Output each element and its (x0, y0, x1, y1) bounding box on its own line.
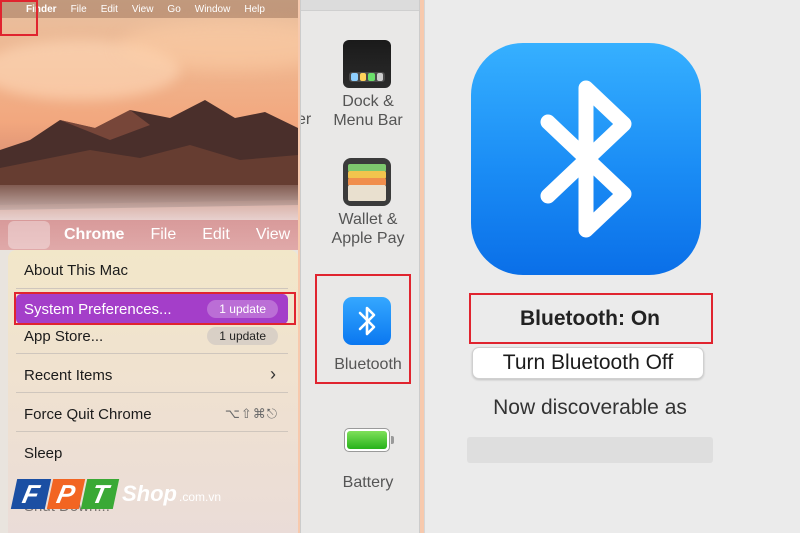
menu-divider (16, 288, 288, 289)
menu-item-recent-items[interactable]: Recent Items › (16, 360, 288, 390)
device-name-field (467, 437, 713, 463)
bluetooth-status-highlight-box (469, 293, 713, 344)
menu-divider (16, 353, 288, 354)
menubar-go[interactable]: Go (167, 4, 180, 15)
pref-label-line1: Wallet & (338, 211, 398, 228)
fpt-letter-p: P (46, 479, 86, 509)
pref-label-line1: Dock & (342, 93, 394, 110)
bluetooth-large-icon (471, 43, 701, 275)
update-badge: 1 update (207, 327, 278, 345)
chrome-menubar: Chrome File Edit View (0, 220, 298, 250)
menu-item-label: Recent Items (24, 366, 113, 384)
menu-item-label: Sleep (24, 444, 63, 462)
pref-label-line2: Apple Pay (331, 230, 405, 247)
discoverable-text: Now discoverable as (493, 396, 687, 419)
menu-item-label: Force Quit Chrome (24, 405, 152, 423)
desktop-wallpaper (0, 0, 298, 225)
top-menubar: Finder File Edit View Go Window Help (0, 0, 298, 18)
menu-item-force-quit[interactable]: Force Quit Chrome ⌥⇧⌘⎋ (16, 399, 288, 429)
battery-icon (344, 428, 394, 452)
menu-item-app-store[interactable]: App Store... 1 update (16, 321, 288, 351)
menu-item-label: About This Mac (24, 261, 128, 279)
system-preferences-highlight-box (14, 292, 296, 325)
keyboard-shortcut: ⌥⇧⌘⎋ (224, 406, 278, 421)
apple-logo-highlight-box (0, 0, 38, 36)
menubar-help[interactable]: Help (244, 4, 265, 15)
menubar-window[interactable]: Window (195, 4, 231, 15)
menu-item-label: App Store... (24, 327, 104, 345)
menubar-view[interactable]: View (256, 226, 290, 244)
pref-label-line2: Menu Bar (333, 112, 403, 129)
menu-divider (16, 392, 288, 393)
menu-divider (16, 431, 288, 432)
fpt-letter-f: F (10, 479, 52, 509)
menubar-edit[interactable]: Edit (101, 4, 118, 15)
dock-menubar-icon (343, 40, 391, 88)
menubar-app-name[interactable]: Chrome (64, 226, 124, 244)
fpt-letter-t: T (80, 479, 120, 509)
window-edge (301, 0, 419, 11)
chevron-right-icon: › (270, 364, 276, 384)
fpt-shop-watermark: F P T Shop .com.vn (10, 474, 222, 514)
pref-label: Dock & Menu Bar (301, 92, 419, 130)
menubar-view[interactable]: View (132, 4, 154, 15)
menu-item-sleep[interactable]: Sleep (16, 438, 288, 468)
pref-label: Battery (342, 474, 394, 491)
system-preferences-panel: er Dock & Menu Bar Wallet & Apple Pay Bl… (300, 0, 420, 533)
pref-label: Wallet & Apple Pay (301, 210, 419, 248)
watermark-domain-text: .com.vn (179, 490, 222, 504)
menubar-edit[interactable]: Edit (202, 226, 230, 244)
menubar-file[interactable]: File (150, 226, 176, 244)
bluetooth-pane: Bluetooth: On Turn Bluetooth Off Now dis… (424, 0, 800, 533)
apple-menu-button[interactable] (8, 221, 50, 249)
turn-bluetooth-off-button[interactable]: Turn Bluetooth Off (472, 347, 704, 379)
menu-item-about-this-mac[interactable]: About This Mac (16, 255, 288, 285)
menubar-file[interactable]: File (71, 4, 87, 15)
watermark-shop-text: Shop (122, 481, 177, 506)
bluetooth-highlight-box (315, 274, 411, 384)
apple-menu-panel: Finder File Edit View Go Window Help Chr… (0, 0, 298, 533)
wallet-icon (343, 158, 391, 206)
